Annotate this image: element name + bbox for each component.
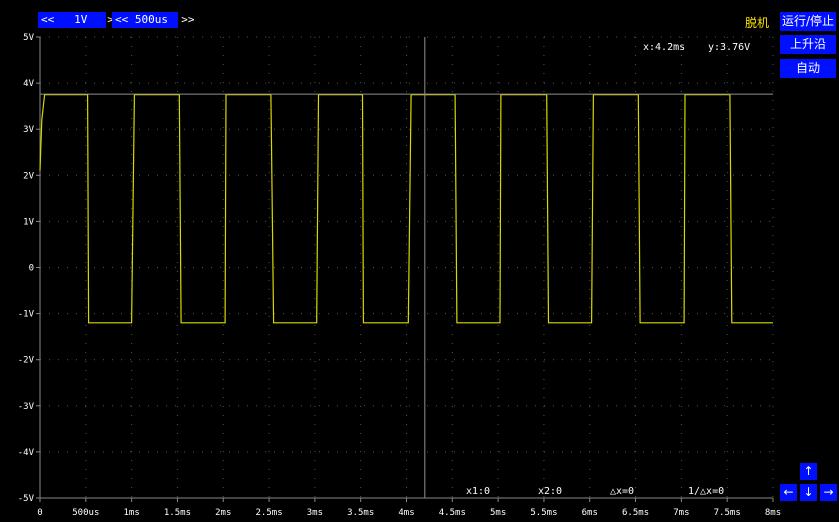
- y-tick-label: 2V: [23, 171, 34, 181]
- x1-readout: x1:0: [466, 486, 490, 497]
- y-tick-label: 4V: [23, 79, 34, 89]
- y-tick-label: 3V: [23, 125, 34, 135]
- delta-x-readout: △x=0: [610, 486, 634, 497]
- x-tick-label: 500us: [72, 508, 99, 518]
- y-tick-label: -2V: [18, 356, 35, 366]
- oscilloscope-plot[interactable]: 5V4V3V2V1V0-1V-2V-3V-4V-5V0 500us 1ms 1.5ms…: [0, 0, 839, 522]
- x-tick-label: 0: [37, 508, 42, 518]
- x-tick-label: 3ms: [307, 508, 323, 518]
- x-tick-label: 8ms: [765, 508, 781, 518]
- grid: [40, 36, 774, 499]
- cursor-x-readout: x:4.2ms: [643, 42, 685, 53]
- y-tick-label: -4V: [18, 448, 35, 458]
- y-tick-label: -5V: [18, 494, 35, 504]
- inverse-delta-x-readout: 1/△x=0: [688, 486, 724, 497]
- x-tick-label: 1.5ms: [164, 508, 191, 518]
- x-tick-label: 6.5ms: [622, 508, 649, 518]
- x-tick-label: 2ms: [215, 508, 231, 518]
- x-tick-label: 7.5ms: [714, 508, 741, 518]
- x-tick-label: 5.5ms: [530, 508, 557, 518]
- x-tick-label: 6ms: [582, 508, 598, 518]
- y-tick-label: -1V: [18, 310, 35, 320]
- cursor-y-readout: y:3.76V: [708, 42, 750, 53]
- y-tick-label: 0: [29, 264, 34, 274]
- y-tick-label: -3V: [18, 402, 35, 412]
- x-tick-label: 5ms: [490, 508, 506, 518]
- x2-readout: x2:0: [538, 486, 562, 497]
- y-tick-label: 1V: [23, 217, 34, 227]
- x-tick-label: 4ms: [398, 508, 414, 518]
- y-tick-label: 5V: [23, 33, 34, 43]
- axes: [36, 36, 774, 502]
- x-tick-label: 2.5ms: [256, 508, 283, 518]
- x-tick-label: 4.5ms: [439, 508, 466, 518]
- x-tick-label: 1ms: [123, 508, 139, 518]
- x-tick-label: 7ms: [673, 508, 689, 518]
- x-tick-label: 3.5ms: [347, 508, 374, 518]
